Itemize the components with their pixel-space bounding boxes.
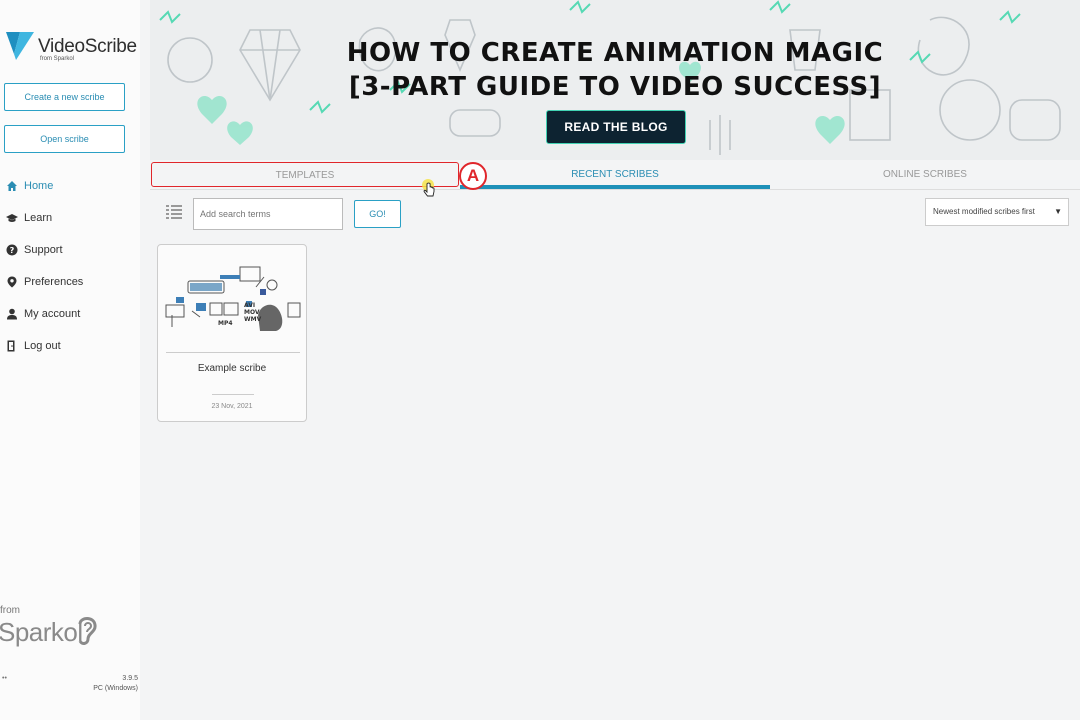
tab-online-scribes[interactable]: ONLINE SCRIBES — [770, 162, 1080, 188]
sidebar-item-label: Log out — [24, 340, 61, 352]
list-view-icon[interactable] — [166, 205, 182, 219]
card-divider-short — [212, 394, 254, 395]
sidebar-item-preferences[interactable]: Preferences — [6, 266, 136, 298]
version-dots: •• — [2, 675, 7, 682]
sidebar-item-learn[interactable]: Learn — [6, 202, 136, 234]
scribe-date: 23 Nov, 2021 — [211, 403, 253, 410]
svg-text:MP4: MP4 — [218, 320, 233, 327]
version-number: 3.9.5 — [122, 675, 138, 682]
banner-title-line-2: [3-PART GUIDE TO VIDEO SUCCESS] — [348, 72, 882, 102]
app-name: VideoScribe — [38, 36, 137, 57]
sidebar-item-log-out[interactable]: Log out — [6, 330, 136, 362]
user-icon — [7, 308, 17, 320]
sidebar: VideoScribe from Sparkol Create a new sc… — [0, 0, 140, 720]
banner-title-line-1: HOW TO CREATE ANIMATION MAGIC — [346, 38, 884, 68]
version-info: 3.9.5 PC (Windows) — [60, 674, 138, 694]
sidebar-item-label: My account — [24, 308, 81, 320]
scribe-card[interactable]: AVI MOV WMV MP4 Example scribe 23 Nov, 202… — [157, 244, 307, 422]
logout-icon — [7, 340, 15, 352]
search-go-button[interactable]: GO! — [354, 200, 401, 228]
read-the-blog-button[interactable]: READ THE BLOG — [546, 110, 686, 144]
sidebar-item-label: Preferences — [24, 276, 84, 288]
sidebar-item-label: Learn — [24, 212, 53, 224]
scribe-title: Example scribe — [197, 363, 267, 374]
sparkol-from-label: from — [0, 605, 20, 616]
svg-text:WMV: WMV — [244, 316, 262, 323]
sparkol-brand-label: Sparkol — [0, 617, 83, 647]
svg-text:AVI: AVI — [244, 302, 255, 309]
hand-cursor-icon — [422, 179, 435, 197]
tab-templates[interactable]: TEMPLATES — [151, 162, 459, 187]
sidebar-item-label: Home — [24, 180, 54, 192]
promo-banner[interactable]: HOW TO CREATE ANIMATION MAGIC [3-PART GU… — [150, 0, 1080, 160]
help-icon: ? — [6, 244, 18, 256]
chevron-down-icon: ▼ — [1054, 207, 1062, 216]
app-subtitle: from Sparkol — [40, 56, 75, 62]
sidebar-item-label: Support — [24, 244, 63, 256]
active-tab-indicator — [460, 185, 770, 189]
create-new-scribe-button[interactable]: Create a new scribe — [4, 83, 125, 111]
annotation-marker: A — [459, 162, 487, 190]
sort-selected-value: Newest modified scribes first — [933, 207, 1035, 216]
scribe-tabs: TEMPLATES RECENT SCRIBES ONLINE SCRIBES — [150, 162, 1080, 190]
location-pin-icon — [7, 276, 17, 288]
platform-label: PC (Windows) — [93, 685, 138, 692]
search-input[interactable] — [193, 198, 343, 230]
sidebar-item-my-account[interactable]: My account — [6, 298, 136, 330]
sparkol-ear-icon — [78, 617, 97, 645]
banner-title: HOW TO CREATE ANIMATION MAGIC [3-PART GU… — [150, 36, 1080, 104]
scribe-thumbnail: AVIMOVWMV MP4 — [165, 266, 301, 331]
graduation-cap-icon — [6, 214, 18, 222]
videoscribe-logo-icon — [6, 32, 34, 60]
sidebar-nav: Home Learn ? Support Preferences My acco… — [6, 170, 136, 362]
svg-text:MOV: MOV — [244, 309, 260, 316]
svg-text:?: ? — [10, 246, 15, 255]
app-logo: VideoScribe from Sparkol — [6, 32, 137, 64]
home-icon — [7, 181, 17, 191]
sort-select[interactable]: Newest modified scribes first ▼ — [925, 198, 1069, 226]
open-scribe-button[interactable]: Open scribe — [4, 125, 125, 153]
card-divider — [166, 352, 300, 353]
sidebar-item-support[interactable]: ? Support — [6, 234, 136, 266]
sidebar-item-home[interactable]: Home — [6, 170, 136, 202]
